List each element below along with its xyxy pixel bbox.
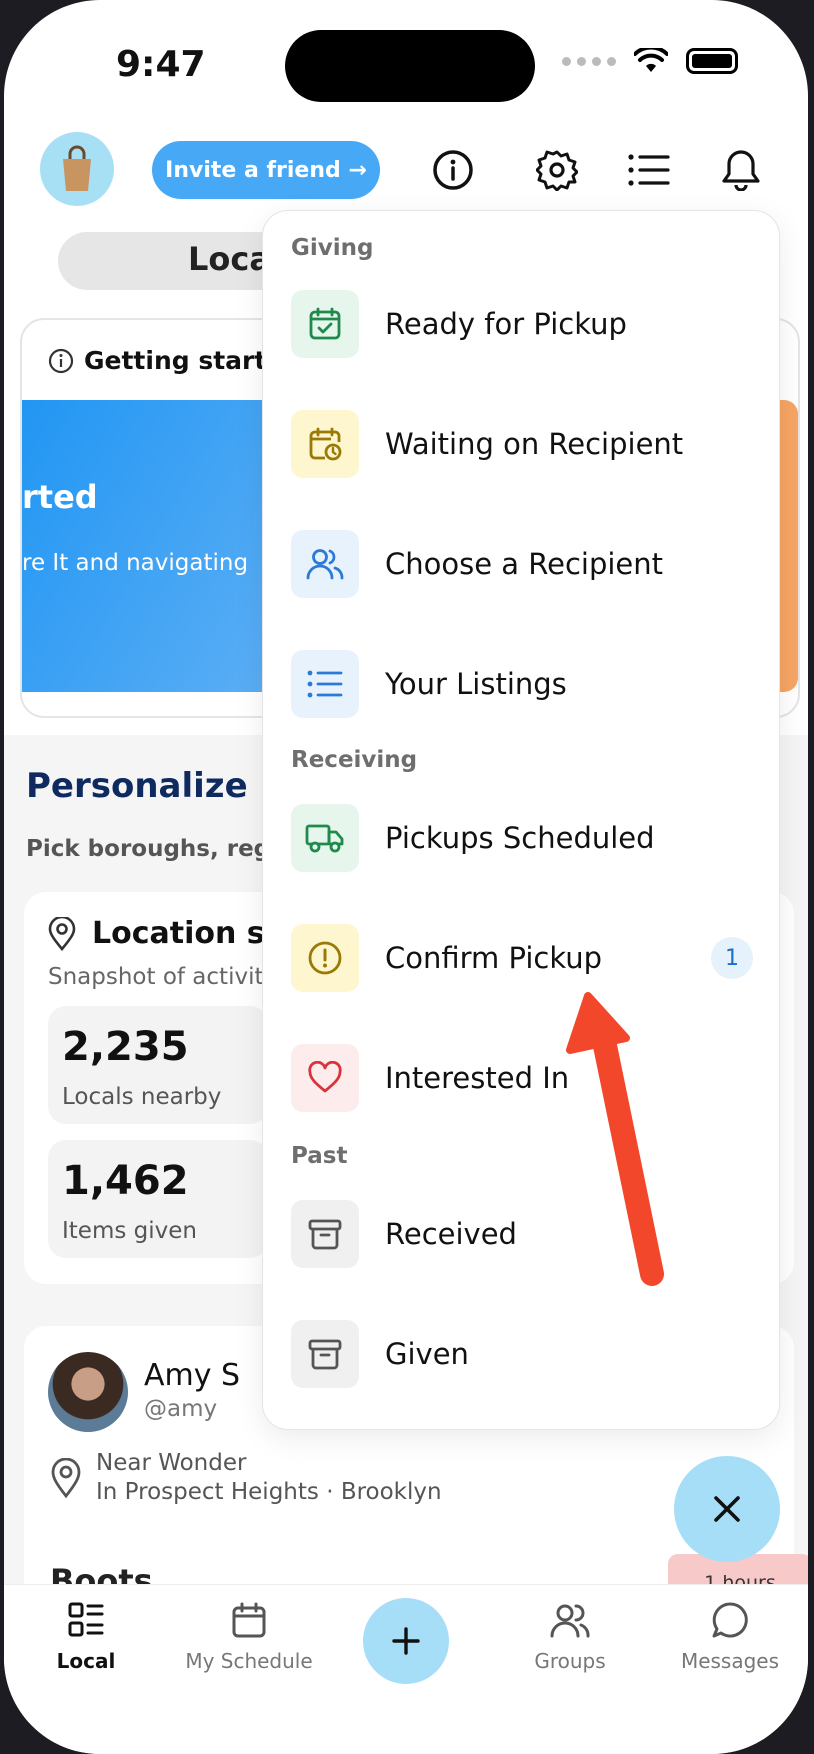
dashboard-icon xyxy=(68,1602,104,1637)
tab-label: Local xyxy=(56,1649,116,1673)
tab-label: Groups xyxy=(534,1649,606,1673)
bottom-tab-bar: Local My Schedule Groups Messages xyxy=(4,1584,808,1754)
tab-my-schedule[interactable]: My Schedule xyxy=(179,1601,319,1673)
close-menu-button[interactable] xyxy=(674,1456,780,1562)
phone-screen: 9:47 Invite a friend → Loca Getting star… xyxy=(4,0,808,1754)
tab-groups[interactable]: Groups xyxy=(500,1601,640,1673)
message-circle-icon xyxy=(712,1602,748,1638)
tab-local[interactable]: Local xyxy=(16,1601,156,1673)
tab-label: Messages xyxy=(680,1649,780,1673)
calendar-icon xyxy=(232,1602,266,1638)
add-listing-button[interactable] xyxy=(363,1598,449,1684)
tab-messages[interactable]: Messages xyxy=(660,1601,800,1673)
close-icon xyxy=(714,1496,740,1522)
users-icon xyxy=(550,1604,590,1638)
tab-label: My Schedule xyxy=(185,1649,313,1673)
plus-icon xyxy=(392,1627,420,1655)
